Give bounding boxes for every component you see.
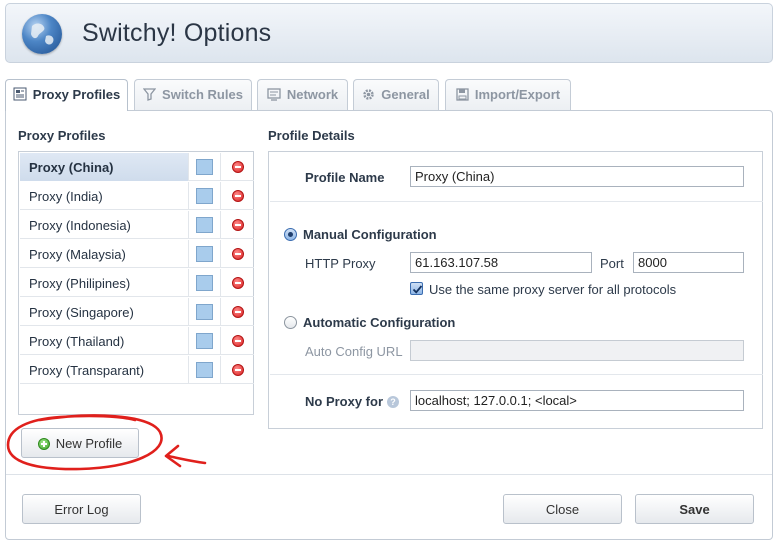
http-proxy-label: HTTP Proxy xyxy=(305,256,376,271)
color-swatch-box xyxy=(196,333,213,349)
color-swatch[interactable] xyxy=(189,240,221,268)
tab-general[interactable]: General xyxy=(353,79,439,110)
profile-name[interactable]: Proxy (Thailand) xyxy=(20,327,189,355)
profile-name-field[interactable]: Proxy (China) xyxy=(410,166,744,187)
profile-name[interactable]: Proxy (Singapore) xyxy=(20,298,189,326)
same-proxy-checkbox[interactable] xyxy=(410,282,423,295)
color-swatch-box xyxy=(196,217,213,233)
delete-profile-button[interactable] xyxy=(221,182,254,210)
tab-switch-rules[interactable]: Switch Rules xyxy=(134,79,252,110)
app-header: Switchy! Options xyxy=(5,3,773,63)
list-item[interactable]: Proxy (Singapore) xyxy=(20,298,254,326)
port-field[interactable]: 8000 xyxy=(633,252,744,273)
app-title: Switchy! Options xyxy=(82,19,272,47)
auto-config-radio[interactable] xyxy=(284,316,297,329)
same-proxy-label: Use the same proxy server for all protoc… xyxy=(429,282,677,297)
color-swatch[interactable] xyxy=(189,327,221,355)
delete-profile-button[interactable] xyxy=(221,298,254,326)
list-item[interactable]: Proxy (Transparant) xyxy=(20,356,254,384)
color-swatch-box xyxy=(196,159,213,175)
tab-import-export[interactable]: Import/Export xyxy=(445,79,571,110)
delete-icon xyxy=(232,306,244,318)
delete-icon xyxy=(232,161,244,173)
delete-profile-button[interactable] xyxy=(221,240,254,268)
profile-name[interactable]: Proxy (Malaysia) xyxy=(20,240,189,268)
filter-icon xyxy=(142,88,157,104)
new-profile-button[interactable]: New Profile xyxy=(21,428,139,458)
delete-icon xyxy=(232,248,244,260)
save-button[interactable]: Save xyxy=(635,494,754,524)
auto-config-url-field[interactable] xyxy=(410,340,744,361)
list-item[interactable]: Proxy (India) xyxy=(20,182,254,210)
divider xyxy=(270,201,763,202)
manual-config-radio[interactable] xyxy=(284,228,297,241)
no-proxy-field[interactable]: localhost; 127.0.0.1; <local> xyxy=(410,390,744,411)
profile-name-label: Profile Name xyxy=(305,170,385,185)
profile-name[interactable]: Proxy (Philipines) xyxy=(20,269,189,297)
list-item[interactable]: Proxy (China) xyxy=(20,153,254,181)
network-icon xyxy=(267,88,281,104)
port-label: Port xyxy=(600,256,624,271)
delete-profile-button[interactable] xyxy=(221,153,254,181)
add-icon xyxy=(37,438,50,450)
save-icon xyxy=(456,88,469,104)
tab-proxy-profiles[interactable]: Proxy Profiles xyxy=(5,79,128,111)
color-swatch[interactable] xyxy=(189,211,221,239)
gear-icon xyxy=(362,88,375,104)
footer-divider xyxy=(6,474,772,475)
profile-name[interactable]: Proxy (Indonesia) xyxy=(20,211,189,239)
delete-icon xyxy=(232,190,244,202)
delete-profile-button[interactable] xyxy=(221,356,254,384)
tab-label: Proxy Profiles xyxy=(32,87,121,102)
profile-details-panel: Profile Name Proxy (China) Manual Config… xyxy=(268,151,763,429)
auto-config-label: Automatic Configuration xyxy=(303,315,456,330)
http-proxy-field[interactable]: 61.163.107.58 xyxy=(410,252,592,273)
profiles-heading: Proxy Profiles xyxy=(18,128,106,143)
globe-icon xyxy=(22,14,62,54)
color-swatch-box xyxy=(196,304,213,320)
color-swatch-box xyxy=(196,246,213,262)
auto-config-url-label: Auto Config URL xyxy=(305,344,403,359)
profile-icon xyxy=(13,87,27,104)
tab-label: General xyxy=(381,87,430,102)
delete-icon xyxy=(232,364,244,376)
color-swatch[interactable] xyxy=(189,153,221,181)
manual-config-label: Manual Configuration xyxy=(303,227,437,242)
delete-profile-button[interactable] xyxy=(221,327,254,355)
error-log-button[interactable]: Error Log xyxy=(22,494,141,524)
new-profile-label: New Profile xyxy=(55,436,123,451)
delete-profile-button[interactable] xyxy=(221,269,254,297)
tab-label: Network xyxy=(286,87,339,102)
color-swatch[interactable] xyxy=(189,356,221,384)
tab-label: Import/Export xyxy=(474,87,561,102)
delete-profile-button[interactable] xyxy=(221,211,254,239)
profile-name[interactable]: Proxy (China) xyxy=(20,153,189,181)
list-item[interactable]: Proxy (Indonesia) xyxy=(20,211,254,239)
no-proxy-label: No Proxy for xyxy=(305,394,384,409)
list-item[interactable]: Proxy (Thailand) xyxy=(20,327,254,355)
help-icon[interactable]: ? xyxy=(387,396,399,408)
list-item[interactable]: Proxy (Philipines) xyxy=(20,269,254,297)
profile-list: Proxy (China) Proxy (India) Proxy (Indon… xyxy=(18,151,254,415)
profile-name[interactable]: Proxy (India) xyxy=(20,182,189,210)
list-item[interactable]: Proxy (Malaysia) xyxy=(20,240,254,268)
delete-icon xyxy=(232,335,244,347)
color-swatch-box xyxy=(196,275,213,291)
color-swatch[interactable] xyxy=(189,269,221,297)
close-button[interactable]: Close xyxy=(503,494,622,524)
profile-name[interactable]: Proxy (Transparant) xyxy=(20,356,189,384)
divider xyxy=(270,374,763,375)
color-swatch-box xyxy=(196,188,213,204)
color-swatch-box xyxy=(196,362,213,378)
tab-label: Switch Rules xyxy=(162,87,243,102)
color-swatch[interactable] xyxy=(189,182,221,210)
details-heading: Profile Details xyxy=(268,128,355,143)
delete-icon xyxy=(232,277,244,289)
delete-icon xyxy=(232,219,244,231)
color-swatch[interactable] xyxy=(189,298,221,326)
tab-network[interactable]: Network xyxy=(257,79,348,110)
